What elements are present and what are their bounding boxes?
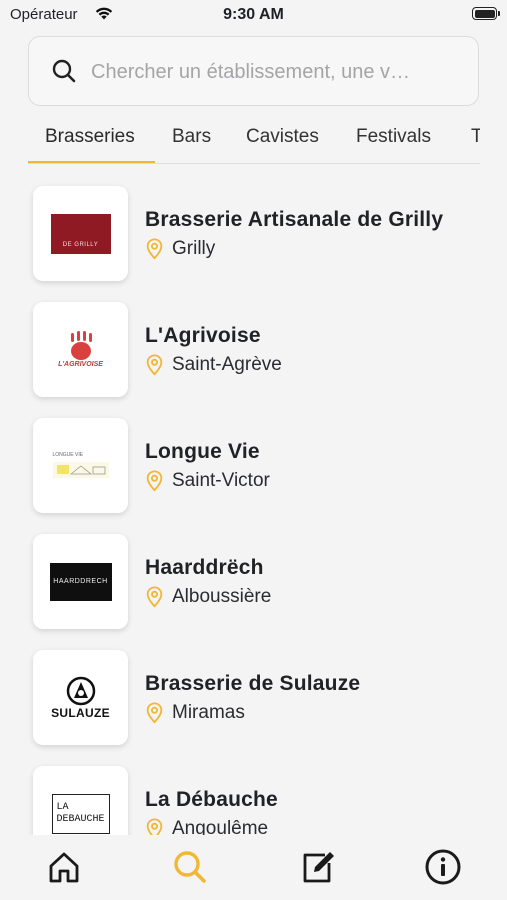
establishment-location: Alboussière [145, 585, 271, 609]
establishment-list: DE GRILLY Brasserie Artisanale de Grilly… [0, 172, 507, 835]
establishment-name: Haarddrëch [145, 556, 264, 579]
establishment-name: La Débauche [145, 788, 278, 811]
establishment-logo: HAARDDRECH [33, 534, 128, 629]
establishment-name: Brasserie de Sulauze [145, 672, 361, 695]
establishment-logo: L'AGRIVOISE [33, 302, 128, 397]
bottom-tab-bar [0, 835, 507, 900]
location-pin-icon [146, 238, 163, 260]
longue-vie-logo: LONGUE VIE [52, 452, 109, 480]
tab-home[interactable] [44, 847, 84, 887]
establishment-location: Grilly [145, 237, 215, 261]
tab-festivals[interactable]: Festivals [356, 126, 431, 148]
agrivoise-logo: L'AGRIVOISE [58, 331, 103, 368]
establishment-logo: LONGUE VIE [33, 418, 128, 513]
tab-partial[interactable]: T [471, 126, 480, 148]
list-item[interactable]: LONGUE VIE Longue Vie Saint-Victor [0, 404, 507, 520]
location-pin-icon [146, 354, 163, 376]
home-icon [49, 852, 79, 883]
sulauze-logo: SULAUZE [51, 676, 110, 720]
location-pin-icon [146, 586, 163, 608]
tab-info[interactable] [423, 847, 463, 887]
establishment-logo: SULAUZE [33, 650, 128, 745]
search-bar[interactable] [28, 36, 479, 106]
tab-search[interactable] [170, 847, 210, 887]
establishment-location: Saint-Agrève [145, 353, 282, 377]
search-icon [174, 851, 206, 883]
clock: 9:30 AM [223, 6, 284, 23]
info-icon [425, 849, 461, 885]
list-item[interactable]: LA DEBAUCHE La Débauche Angoulême [0, 752, 507, 835]
tab-bars[interactable]: Bars [172, 126, 211, 148]
list-item[interactable]: DE GRILLY Brasserie Artisanale de Grilly… [0, 172, 507, 288]
list-item[interactable]: HAARDDRECH Haarddrëch Alboussière [0, 520, 507, 636]
location-pin-icon [146, 470, 163, 492]
search-icon [51, 58, 77, 89]
establishment-name: Brasserie Artisanale de Grilly [145, 208, 444, 231]
haarddrech-logo: HAARDDRECH [49, 562, 112, 601]
establishment-location: Saint-Victor [145, 469, 270, 493]
establishment-logo: DE GRILLY [33, 186, 128, 281]
category-tabs: Brasseries Bars Cavistes Festivals T [28, 118, 480, 164]
establishment-name: L'Agrivoise [145, 324, 261, 347]
list-item[interactable]: SULAUZE Brasserie de Sulauze Miramas [0, 636, 507, 752]
location-pin-icon [146, 702, 163, 724]
establishment-name: Longue Vie [145, 440, 260, 463]
establishment-logo: LA DEBAUCHE [33, 766, 128, 835]
edit-icon [303, 852, 334, 883]
tab-write[interactable] [297, 847, 337, 887]
list-item[interactable]: L'AGRIVOISE L'Agrivoise Saint-Agrève [0, 288, 507, 404]
tab-brasseries[interactable]: Brasseries [45, 126, 135, 148]
battery-icon [472, 7, 500, 20]
tab-cavistes[interactable]: Cavistes [246, 126, 319, 148]
status-bar: Opérateur 9:30 AM [0, 0, 507, 30]
establishment-location: Miramas [145, 701, 245, 725]
location-pin-icon [146, 818, 163, 835]
establishment-location: Angoulême [145, 817, 268, 835]
debauche-logo: LA DEBAUCHE [51, 793, 110, 834]
grilly-logo: DE GRILLY [50, 213, 111, 254]
active-tab-indicator [28, 161, 155, 163]
search-input[interactable] [89, 55, 473, 89]
